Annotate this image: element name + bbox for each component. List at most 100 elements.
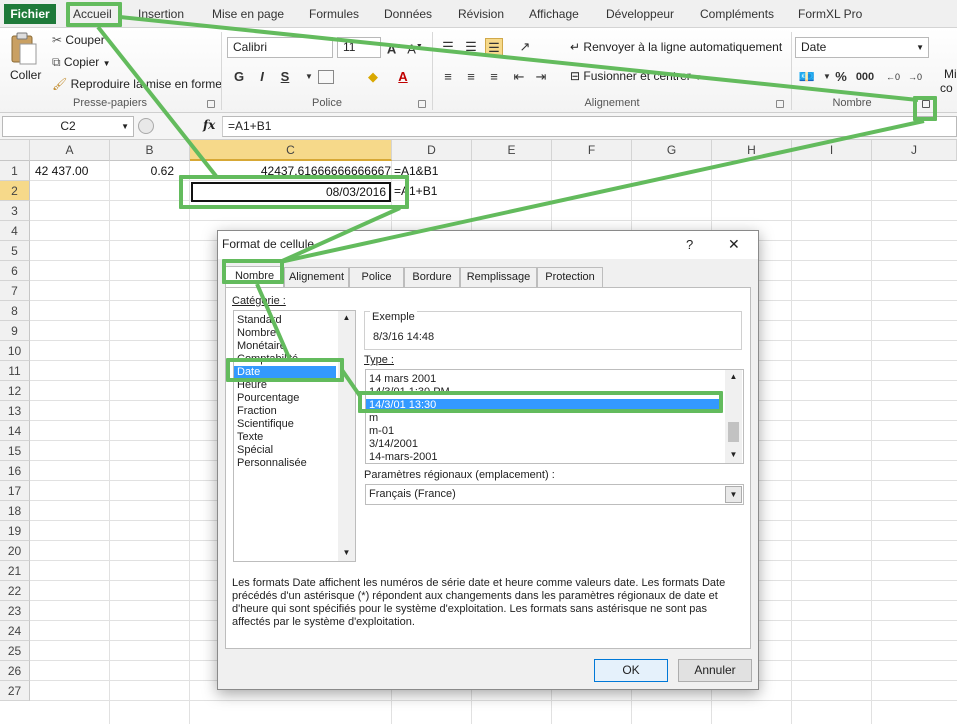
align-left-icon[interactable]: ≡ [439,68,457,86]
grow-font-icon[interactable]: A▲ [386,38,404,56]
tab-protection[interactable]: Protection [537,267,603,287]
cancel-button[interactable]: Annuler [678,659,752,682]
chevron-up-icon[interactable]: ▲ [338,311,355,324]
column-header-b[interactable]: B [110,140,190,161]
row-header-22[interactable]: 22 [0,581,30,601]
row-header-20[interactable]: 20 [0,541,30,561]
row-header-15[interactable]: 15 [0,441,30,461]
align-bottom-icon[interactable]: ☰ [485,38,503,56]
close-button[interactable]: ✕ [728,236,740,253]
row-header-23[interactable]: 23 [0,601,30,621]
row-header-4[interactable]: 4 [0,221,30,241]
fill-color-icon[interactable]: ◆ [364,68,382,86]
cell-b1[interactable]: 0.62 [110,161,174,181]
category-item[interactable]: Nombre [234,327,355,340]
locale-select[interactable]: Français (France) ▼ [365,484,744,505]
tab-formules[interactable]: Formules [309,4,359,24]
type-item[interactable]: m [366,412,743,425]
decrease-indent-icon[interactable]: ⇤ [510,68,528,86]
decrease-decimal-icon[interactable]: →0 [906,68,924,86]
alignment-launcher-icon[interactable] [776,100,784,108]
number-format-box[interactable]: Date ▼ [795,37,929,58]
increase-decimal-icon[interactable]: ←0 [884,68,902,86]
row-header-10[interactable]: 10 [0,341,30,361]
type-item[interactable]: 14-mars-2001 [366,451,743,464]
column-header-j[interactable]: J [872,140,957,161]
align-middle-icon[interactable]: ☰ [462,38,480,56]
align-top-icon[interactable]: ☰ [439,38,457,56]
row-header-14[interactable]: 14 [0,421,30,441]
tab-alignement[interactable]: Alignement [284,267,349,287]
tab-donnees[interactable]: Données [384,4,432,24]
row-header-16[interactable]: 16 [0,461,30,481]
percent-button[interactable]: % [832,68,850,86]
tab-remplissage[interactable]: Remplissage [460,267,537,287]
function-icon[interactable]: fx [203,118,215,132]
align-center-icon[interactable]: ≡ [462,68,480,86]
type-item[interactable]: 14 mars 2001 [366,373,743,386]
chevron-down-icon[interactable]: ▼ [725,448,742,461]
cell-a1[interactable]: 42 437.00 [35,161,88,181]
tab-police[interactable]: Police [349,267,404,287]
chevron-down-icon[interactable]: ▼ [725,486,742,503]
thousands-button[interactable]: 000 [854,68,876,86]
row-header-2[interactable]: 2 [0,181,30,201]
borders-icon[interactable] [318,70,334,84]
font-size-box[interactable]: 11 [337,37,381,58]
category-item[interactable]: Pourcentage [234,392,355,405]
tab-insertion[interactable]: Insertion [138,4,184,24]
row-header-24[interactable]: 24 [0,621,30,641]
paste-button[interactable] [8,32,42,72]
type-list[interactable]: 14 mars 2001 14/3/01 1:30 PM 14/3/01 13:… [365,369,744,464]
formula-input[interactable]: =A1+B1 [222,116,957,137]
font-color-icon[interactable]: A [394,68,412,86]
type-item[interactable]: 3/14/2001 [366,438,743,451]
underline-dropdown-icon[interactable]: ▼ [300,68,318,86]
row-header-25[interactable]: 25 [0,641,30,661]
column-header-e[interactable]: E [472,140,552,161]
row-header-12[interactable]: 12 [0,381,30,401]
wrap-text-button[interactable]: ↵ Renvoyer à la ligne automatiquement [570,40,782,54]
row-header-3[interactable]: 3 [0,201,30,221]
tab-fichier[interactable]: Fichier [4,4,56,24]
tab-affichage[interactable]: Affichage [529,4,579,24]
row-header-5[interactable]: 5 [0,241,30,261]
category-scrollbar[interactable]: ▲ ▼ [338,311,355,561]
orientation-icon[interactable]: ↗ [516,38,534,56]
category-item[interactable]: Monétaire [234,340,355,353]
chevron-down-icon[interactable]: ▼ [338,546,355,559]
column-header-c[interactable]: C [190,140,392,161]
column-header-f[interactable]: F [552,140,632,161]
category-item[interactable]: Personnalisée [234,457,355,470]
font-launcher-icon[interactable] [418,100,426,108]
name-box[interactable]: C2 ▼ [2,116,134,137]
increase-indent-icon[interactable]: ⇥ [532,68,550,86]
paste-label[interactable]: Coller [10,68,41,82]
column-header-a[interactable]: A [30,140,110,161]
row-header-1[interactable]: 1 [0,161,30,181]
merge-center-button[interactable]: ⊟ Fusionner et centrer ▼ [570,69,702,83]
category-item[interactable]: Texte [234,431,355,444]
font-name-box[interactable]: Calibri [227,37,333,58]
row-header-26[interactable]: 26 [0,661,30,681]
tab-formxl-pro[interactable]: FormXL Pro [798,4,862,24]
shrink-font-icon[interactable]: A▼ [406,38,424,56]
type-scrollbar[interactable]: ▲ ▼ [725,370,742,463]
clipboard-launcher-icon[interactable] [207,100,215,108]
chevron-up-icon[interactable]: ▲ [725,370,742,383]
tab-mise-en-page[interactable]: Mise en page [212,4,284,24]
italic-button[interactable]: I [253,68,271,86]
category-list[interactable]: Standard Nombre Monétaire Comptabilité D… [233,310,356,562]
row-header-21[interactable]: 21 [0,561,30,581]
category-item[interactable]: Fraction [234,405,355,418]
cut-button[interactable]: ✂ Couper [52,33,105,47]
row-header-7[interactable]: 7 [0,281,30,301]
ok-button[interactable]: OK [594,659,668,682]
row-header-9[interactable]: 9 [0,321,30,341]
category-item[interactable]: Spécial [234,444,355,457]
currency-icon[interactable]: 💶 [798,68,816,86]
tab-developpeur[interactable]: Développeur [606,4,674,24]
tab-bordure[interactable]: Bordure [404,267,460,287]
scrollbar-thumb[interactable] [728,422,739,442]
column-header-g[interactable]: G [632,140,712,161]
